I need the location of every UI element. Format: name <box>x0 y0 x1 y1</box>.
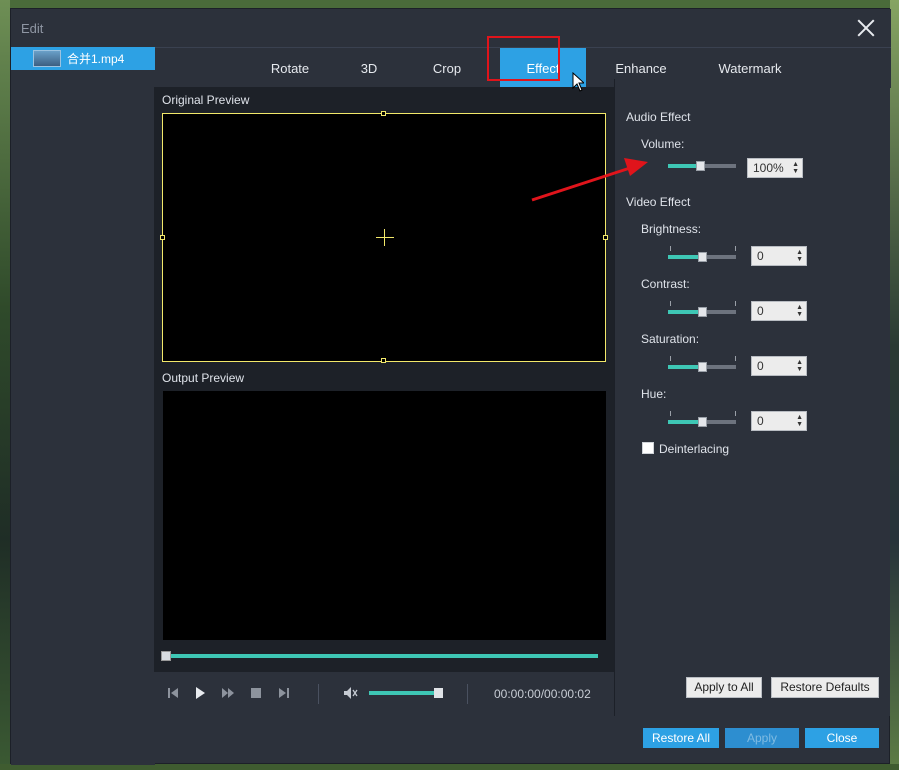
apply-to-all-button[interactable]: Apply to All <box>686 677 762 698</box>
spin-arrows-icon[interactable]: ▲ ▼ <box>796 249 803 263</box>
contrast-value: 0 <box>757 304 764 318</box>
player-volume-slider[interactable] <box>369 691 439 695</box>
preview-progress-knob[interactable] <box>161 651 171 661</box>
brightness-value: 0 <box>757 249 764 263</box>
contrast-label: Contrast: <box>641 277 690 291</box>
preview-progress-bar[interactable] <box>162 654 598 658</box>
crop-handle-bottom[interactable] <box>381 358 386 363</box>
saturation-spinbox[interactable]: 0 ▲ ▼ <box>751 356 807 376</box>
title-bar: Edit <box>11 9 891 47</box>
background-right <box>890 0 899 770</box>
volume-value: 100% <box>753 161 784 175</box>
crop-handle-left[interactable] <box>160 235 165 240</box>
crosshair-icon <box>384 229 385 246</box>
original-preview-label: Original Preview <box>162 93 250 107</box>
tab-rotate[interactable]: Rotate <box>255 48 325 89</box>
output-preview-label: Output Preview <box>162 371 245 385</box>
tab-3d[interactable]: 3D <box>345 48 393 89</box>
deinterlacing-checkbox[interactable] <box>642 442 654 454</box>
saturation-label: Saturation: <box>641 332 700 346</box>
contrast-ticks <box>670 301 736 306</box>
mouse-cursor-icon <box>572 72 584 92</box>
spin-arrows-icon[interactable]: ▲ ▼ <box>792 161 799 175</box>
playback-time: 00:00:00/00:00:02 <box>494 687 591 701</box>
divider <box>467 684 468 704</box>
deinterlacing-label: Deinterlacing <box>659 442 730 456</box>
file-list: 合并1.mp4 <box>11 47 155 765</box>
hue-value: 0 <box>757 414 764 428</box>
play-icon[interactable] <box>193 686 207 700</box>
hue-label: Hue: <box>641 387 667 401</box>
file-name: 合并1.mp4 <box>67 52 125 66</box>
tab-crop[interactable]: Crop <box>417 48 477 89</box>
apply-button[interactable]: Apply <box>725 728 799 748</box>
window-title: Edit <box>21 21 44 36</box>
video-thumbnail-icon <box>33 50 61 67</box>
crop-handle-top[interactable] <box>381 111 386 116</box>
saturation-ticks <box>670 356 736 361</box>
volume-icon[interactable] <box>343 686 359 700</box>
video-effect-heading: Video Effect <box>626 195 691 209</box>
crop-handle-right[interactable] <box>603 235 608 240</box>
effect-tab-highlight <box>487 36 560 81</box>
brightness-slider-knob[interactable] <box>698 252 707 262</box>
close-button[interactable]: Close <box>805 728 879 748</box>
contrast-spinbox[interactable]: 0 ▲ ▼ <box>751 301 807 321</box>
stop-icon[interactable] <box>249 686 263 700</box>
brightness-spinbox[interactable]: 0 ▲ ▼ <box>751 246 807 266</box>
contrast-slider-fill <box>668 310 702 314</box>
hue-slider-knob[interactable] <box>698 417 707 427</box>
crosshair-icon <box>376 237 394 238</box>
spin-arrows-icon[interactable]: ▲ ▼ <box>796 359 803 373</box>
skip-end-icon[interactable] <box>277 686 291 700</box>
fast-forward-icon[interactable] <box>221 686 235 700</box>
contrast-slider-knob[interactable] <box>698 307 707 317</box>
brightness-slider-fill <box>668 255 702 259</box>
player-volume-knob[interactable] <box>434 688 443 698</box>
saturation-slider-knob[interactable] <box>698 362 707 372</box>
spin-arrows-icon[interactable]: ▲ ▼ <box>796 304 803 318</box>
divider <box>318 684 319 704</box>
restore-all-button[interactable]: Restore All <box>643 728 719 748</box>
file-list-item[interactable]: 合并1.mp4 <box>11 47 155 70</box>
hue-spinbox[interactable]: 0 ▲ ▼ <box>751 411 807 431</box>
volume-spinbox[interactable]: 100% ▲ ▼ <box>747 158 803 178</box>
volume-slider-knob[interactable] <box>696 161 705 171</box>
audio-effect-heading: Audio Effect <box>626 110 691 124</box>
hue-slider-fill <box>668 420 702 424</box>
saturation-slider-fill <box>668 365 702 369</box>
saturation-value: 0 <box>757 359 764 373</box>
hue-ticks <box>670 411 736 416</box>
spin-arrows-icon[interactable]: ▲ ▼ <box>796 414 803 428</box>
skip-start-icon[interactable] <box>166 686 180 700</box>
close-icon[interactable] <box>855 17 877 39</box>
brightness-label: Brightness: <box>641 222 702 236</box>
restore-defaults-button[interactable]: Restore Defaults <box>771 677 879 698</box>
background-left <box>0 0 10 770</box>
brightness-ticks <box>670 246 736 251</box>
output-preview <box>163 391 606 640</box>
volume-label: Volume: <box>641 137 685 151</box>
